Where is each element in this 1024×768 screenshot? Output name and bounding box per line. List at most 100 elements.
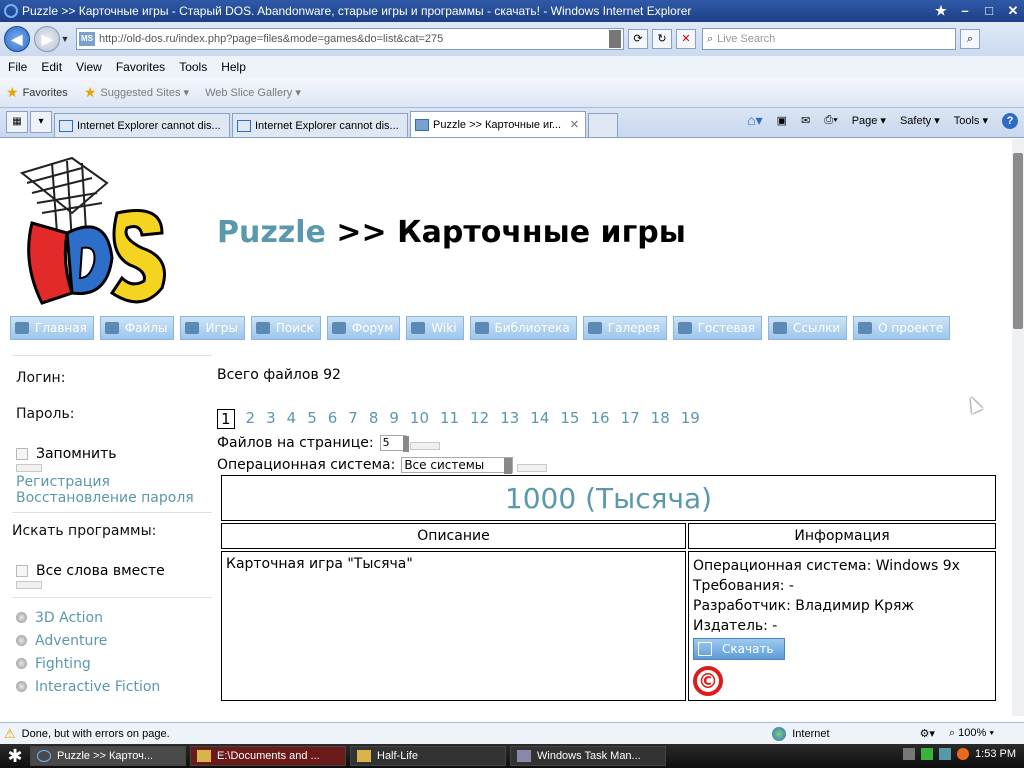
nav-links[interactable]: Ссылки [768, 316, 848, 340]
page-menu[interactable]: Page ▾ [852, 114, 886, 127]
menu-help[interactable]: Help [221, 60, 246, 74]
protected-mode-icon[interactable]: ⚙▾ [920, 727, 935, 740]
taskbar-item-explorer[interactable]: E:\Documents and ... [190, 746, 346, 766]
print-icon[interactable]: ⎙▾ [824, 114, 837, 127]
program-search-input[interactable] [12, 539, 212, 559]
category-link[interactable]: Fighting [16, 652, 212, 675]
os-apply-button[interactable] [517, 464, 548, 472]
nav-library[interactable]: Библиотека [469, 316, 577, 340]
menu-file[interactable]: File [8, 60, 27, 74]
category-link[interactable]: Adventure [16, 629, 212, 652]
search-input[interactable]: ⌕ Live Search [702, 28, 956, 50]
forward-button[interactable]: ▶ [34, 26, 60, 52]
feeds-icon[interactable]: ▣ [777, 114, 787, 127]
nav-gallery[interactable]: Галерея [582, 316, 667, 340]
minimize-button[interactable]: – [954, 2, 976, 20]
favorites-button[interactable]: ★ Favorites [6, 84, 68, 101]
category-link[interactable]: 3D Action [16, 606, 212, 629]
download-button[interactable]: Скачать [693, 638, 785, 660]
page-link[interactable]: 9 [389, 409, 399, 429]
tab-1[interactable]: Internet Explorer cannot dis... [54, 113, 230, 137]
nav-files[interactable]: Файлы [99, 316, 175, 340]
page-link[interactable]: 17 [621, 409, 640, 429]
remember-checkbox[interactable] [16, 448, 28, 460]
back-button[interactable]: ◀ [4, 26, 30, 52]
warning-icon[interactable]: ⚠ [4, 726, 16, 742]
page-scrollbar[interactable] [1012, 139, 1024, 716]
suggested-sites-link[interactable]: ★ Suggested Sites ▾ [84, 84, 189, 101]
page-link[interactable]: 15 [560, 409, 579, 429]
page-link[interactable]: 12 [470, 409, 489, 429]
page-link[interactable]: 6 [328, 409, 338, 429]
login-input[interactable] [12, 386, 212, 406]
page-link[interactable]: 19 [681, 409, 700, 429]
game-title[interactable]: 1000 (Тысяча) [221, 475, 996, 521]
address-scroll-handle[interactable] [609, 30, 621, 48]
quick-tabs-button[interactable]: ▦ [6, 111, 28, 133]
safety-menu[interactable]: Safety ▾ [900, 114, 940, 127]
page-link[interactable]: 2 [246, 409, 256, 429]
compatibility-button[interactable]: ⟳ [628, 29, 648, 49]
restore-password-link[interactable]: Восстановление пароля [16, 490, 212, 506]
login-submit-button[interactable] [16, 464, 42, 472]
page-link[interactable]: 4 [287, 409, 297, 429]
menu-favorites[interactable]: Favorites [116, 60, 165, 74]
search-icon[interactable] [957, 748, 970, 760]
register-link[interactable]: Регистрация [16, 474, 212, 490]
help-icon[interactable]: ? [1002, 112, 1018, 129]
menu-tools[interactable]: Tools [179, 60, 207, 74]
close-button[interactable]: ✕ [1002, 2, 1024, 20]
new-tab-button[interactable] [588, 113, 618, 137]
page-link[interactable]: 5 [307, 409, 317, 429]
menu-view[interactable]: View [76, 60, 102, 74]
page-link[interactable]: 10 [410, 409, 429, 429]
copyright-icon[interactable]: © [693, 666, 723, 696]
recent-pages-dropdown[interactable]: ▼ [60, 34, 70, 44]
taskbar-item-ie[interactable]: Puzzle >> Карточ... [30, 746, 186, 766]
per-page-select[interactable]: 5 [379, 435, 409, 452]
page-link[interactable]: 3 [266, 409, 276, 429]
nav-guestbook[interactable]: Гостевая [672, 316, 762, 340]
zoom-control[interactable]: ⌕ 100% ▾ [949, 727, 994, 740]
tools-menu[interactable]: Tools ▾ [954, 114, 988, 127]
taskbar-item-taskmanager[interactable]: Windows Task Man... [510, 746, 666, 766]
nav-about[interactable]: О проекте [853, 316, 951, 340]
start-button[interactable]: ✱ [0, 744, 30, 768]
scrollbar-thumb[interactable] [1013, 153, 1023, 329]
maximize-button[interactable]: □ [978, 2, 1000, 20]
nav-games[interactable]: Игры [180, 316, 245, 340]
close-tab-icon[interactable]: ✕ [570, 118, 579, 131]
nav-home[interactable]: Главная [10, 316, 94, 340]
tab-3-active[interactable]: Puzzle >> Карточные иг... ✕ [410, 111, 586, 137]
tab-list-dropdown[interactable]: ▾ [30, 111, 52, 133]
page-link[interactable]: 8 [369, 409, 379, 429]
page-link[interactable]: 11 [440, 409, 459, 429]
page-link[interactable]: 18 [651, 409, 670, 429]
password-input[interactable] [12, 422, 212, 442]
address-field[interactable]: MS http://old-dos.ru/index.php?page=file… [76, 28, 624, 50]
page-link[interactable]: 16 [590, 409, 609, 429]
tab-2[interactable]: Internet Explorer cannot dis... [232, 113, 408, 137]
stop-button[interactable]: ✕ [676, 29, 696, 49]
nav-forum[interactable]: Форум [326, 316, 401, 340]
page-link[interactable]: 14 [530, 409, 549, 429]
refresh-button[interactable]: ↻ [652, 29, 672, 49]
nav-search[interactable]: Поиск [250, 316, 321, 340]
program-search-button[interactable] [16, 581, 42, 589]
os-select[interactable]: Все системы [401, 457, 514, 474]
star-icon[interactable]: ★ [930, 2, 952, 20]
page-link[interactable]: 7 [348, 409, 358, 429]
menu-edit[interactable]: Edit [41, 60, 62, 74]
clock[interactable]: 1:53 PM [975, 748, 1016, 760]
taskbar-item-halflife[interactable]: Half-Life [350, 746, 506, 766]
network-icon[interactable] [939, 748, 952, 760]
site-logo[interactable] [12, 153, 174, 313]
search-go-button[interactable]: ⌕ [960, 29, 980, 49]
breadcrumb-puzzle-link[interactable]: Puzzle [217, 215, 326, 250]
per-page-apply-button[interactable] [409, 442, 440, 450]
nav-wiki[interactable]: Wiki [406, 316, 464, 340]
tray-icon[interactable] [903, 748, 916, 760]
mail-icon[interactable]: ✉ [801, 114, 810, 127]
all-words-checkbox[interactable] [16, 565, 28, 577]
category-link[interactable]: Interactive Fiction [16, 675, 212, 698]
